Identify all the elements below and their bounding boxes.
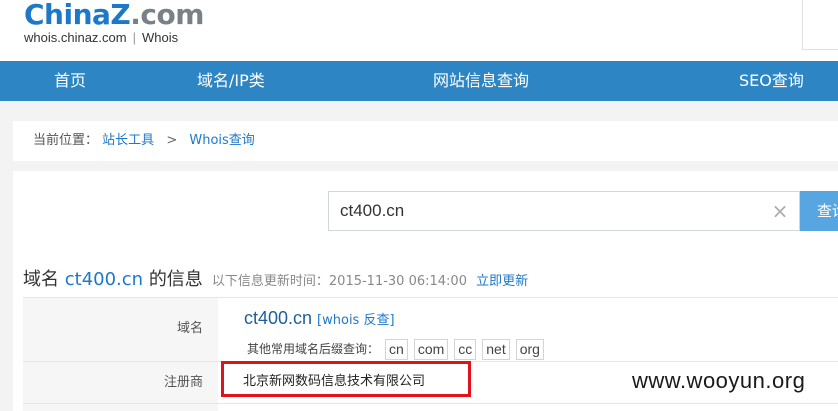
suffix-com[interactable]: com	[413, 339, 449, 360]
clear-icon[interactable]: ×	[769, 200, 791, 222]
breadcrumb-separator: >	[166, 133, 178, 148]
chinaz-logo[interactable]: ChinaZ.com	[24, 0, 204, 30]
breadcrumb-link-tools[interactable]: 站长工具	[102, 133, 154, 148]
info-title-suffix: 的信息	[148, 269, 203, 290]
search-input[interactable]	[329, 192, 759, 230]
breadcrumb-link-whois[interactable]: Whois查询	[189, 133, 254, 148]
logo-text-com: com	[140, 0, 204, 31]
info-title: 域名 ct400.cn 的信息	[23, 269, 203, 290]
info-title-domain: ct400.cn	[64, 269, 144, 290]
logo-text-china: China	[24, 0, 111, 31]
site-subtitle: whois.chinaz.com | Whois	[24, 31, 178, 45]
suffix-cc[interactable]: cc	[454, 339, 477, 360]
suffix-row: 其他常用域名后缀查询： cn com cc net org	[247, 339, 544, 360]
next-row-label	[23, 404, 218, 411]
domain-cell: ct400.cn [whois 反查] 其他常用域名后缀查询： cn com cc net…	[218, 298, 838, 361]
update-now-link[interactable]: 立即更新	[476, 274, 528, 289]
nav-item-seo[interactable]: SEO查询	[739, 61, 804, 101]
subtitle-separator: |	[132, 30, 136, 45]
site-header: ChinaZ.com whois.chinaz.com | Whois	[0, 0, 838, 61]
suffix-cn[interactable]: cn	[385, 339, 408, 360]
breadcrumb-prefix: 当前位置：	[33, 133, 99, 148]
table-row-next	[23, 403, 838, 411]
header-right-box	[802, 0, 838, 50]
logo-text-z: Z	[110, 0, 131, 31]
watermark-text: www.wooyun.org	[632, 368, 806, 393]
search-button[interactable]: 查询	[800, 191, 838, 231]
info-title-prefix: 域名	[23, 269, 59, 290]
domain-label: 域名	[23, 298, 218, 361]
nav-item-site-info[interactable]: 网站信息查询	[433, 61, 529, 101]
logo-text-dot: .	[130, 0, 141, 31]
update-time-note: 以下信息更新时间：2015-11-30 06:14:00	[211, 274, 467, 289]
search-box: ×	[328, 191, 800, 231]
suffix-org[interactable]: org	[515, 339, 544, 360]
nav-item-domain-ip[interactable]: 域名/IP类	[197, 61, 265, 101]
suffix-net[interactable]: net	[482, 339, 510, 360]
whois-reverse-link[interactable]: [whois 反查]	[317, 313, 395, 328]
subtitle-domain: whois.chinaz.com	[24, 30, 127, 45]
registrar-label: 注册商	[23, 362, 218, 403]
nav-item-home[interactable]: 首页	[54, 61, 86, 101]
subtitle-whois: Whois	[142, 30, 179, 45]
suffix-prompt: 其他常用域名后缀查询：	[247, 342, 380, 356]
breadcrumb: 当前位置： 站长工具 > Whois查询	[13, 121, 838, 161]
main-nav: 首页 域名/IP类 网站信息查询 SEO查询	[0, 61, 838, 101]
highlight-box	[221, 361, 471, 397]
table-row-domain: 域名 ct400.cn [whois 反查] 其他常用域名后缀查询： cn com cc…	[23, 297, 838, 361]
domain-value: ct400.cn [whois 反查]	[244, 308, 395, 329]
info-title-row: 域名 ct400.cn 的信息 以下信息更新时间：2015-11-30 06:1…	[23, 265, 528, 291]
domain-value-text: ct400.cn	[244, 308, 313, 328]
